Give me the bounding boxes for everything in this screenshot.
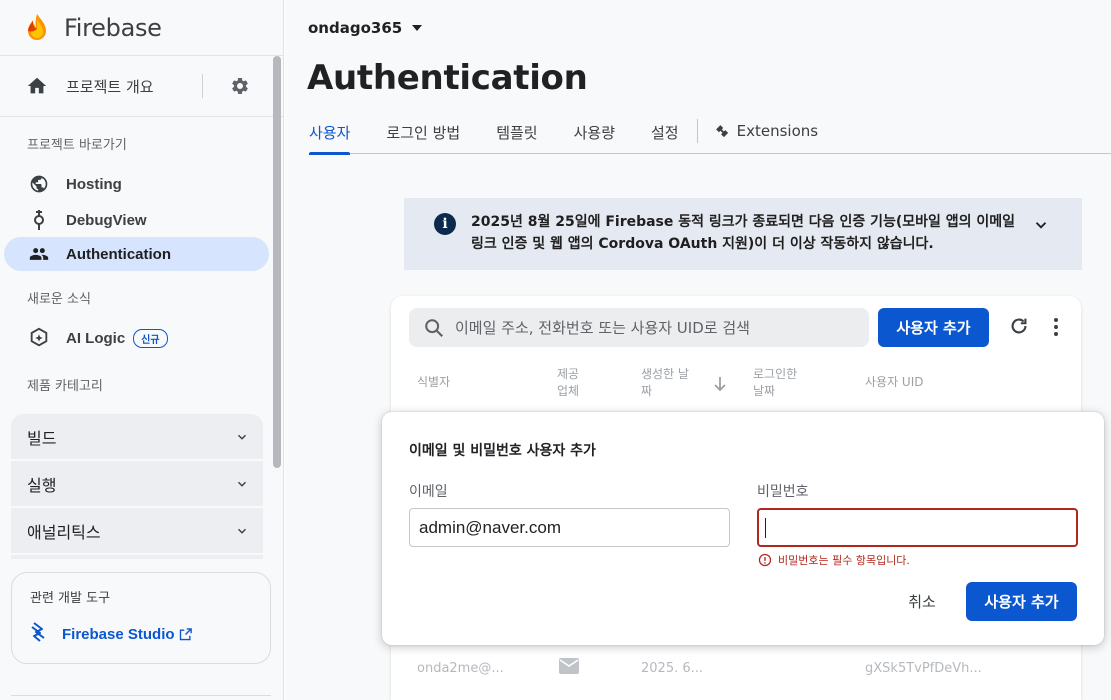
category-label: 빌드 bbox=[27, 428, 57, 448]
refresh-icon[interactable] bbox=[1008, 315, 1030, 337]
tab-users[interactable]: 사용자 bbox=[309, 108, 351, 155]
sidebar-bottom-divider bbox=[11, 695, 271, 696]
firebase-flame-icon bbox=[28, 13, 46, 40]
password-label: 비밀번호 bbox=[757, 484, 809, 500]
page-title: Authentication bbox=[307, 58, 588, 98]
tab-templates[interactable]: 템플릿 bbox=[496, 108, 537, 154]
extensions-icon bbox=[714, 123, 731, 144]
gear-icon[interactable] bbox=[230, 76, 250, 96]
firebase-studio-icon bbox=[28, 621, 48, 647]
new-badge: 신규 bbox=[133, 328, 168, 348]
search-icon bbox=[425, 318, 444, 337]
email-label: 이메일 bbox=[409, 484, 448, 500]
firebase-studio-link[interactable]: Firebase Studio bbox=[28, 621, 193, 647]
caret-down-icon bbox=[412, 25, 423, 31]
sidebar-item-authentication[interactable]: Authentication bbox=[4, 237, 269, 271]
category-label: 실행 bbox=[27, 475, 57, 495]
banner-text: 2025년 8월 25일에 Firebase 동적 링크가 종료되면 다음 인증… bbox=[471, 214, 1016, 252]
password-error-text: 비밀번호는 필수 항목입니다. bbox=[778, 554, 910, 567]
sidebar-item-label: Hosting bbox=[66, 175, 122, 193]
row-identifier: onda2me@... bbox=[417, 661, 504, 676]
tab-divider bbox=[696, 119, 698, 143]
sidebar-item-label: DebugView bbox=[66, 211, 147, 229]
chevron-down-icon[interactable] bbox=[1032, 216, 1050, 234]
arrow-down-icon[interactable] bbox=[713, 376, 727, 392]
tab-sign-in-method[interactable]: 로그인 방법 bbox=[386, 108, 460, 154]
column-header-identifier[interactable]: 식별자 bbox=[417, 374, 450, 391]
row-created: 2025. 6... bbox=[641, 661, 704, 676]
category-build[interactable]: 빌드 bbox=[11, 414, 263, 461]
cancel-button[interactable]: 취소 bbox=[890, 582, 954, 621]
home-icon bbox=[27, 77, 47, 94]
column-header-uid[interactable]: 사용자 UID bbox=[865, 374, 924, 391]
devtools-title: 관련 개발 도구 bbox=[30, 591, 111, 606]
add-user-button[interactable]: 사용자 추가 bbox=[878, 308, 989, 347]
chevron-down-icon bbox=[237, 528, 247, 534]
password-field[interactable] bbox=[757, 508, 1078, 547]
debug-icon bbox=[28, 209, 50, 231]
sidebar-item-hosting[interactable]: Hosting bbox=[4, 167, 269, 201]
brand-name: Firebase bbox=[64, 13, 162, 42]
external-link-icon bbox=[179, 627, 192, 640]
email-field[interactable] bbox=[409, 508, 730, 547]
chevron-down-icon bbox=[237, 434, 247, 440]
categories-header: 제품 카테고리 bbox=[27, 379, 103, 394]
password-error: 비밀번호는 필수 항목입니다. bbox=[758, 552, 910, 568]
mail-icon bbox=[559, 658, 579, 674]
more-vert-icon[interactable] bbox=[1053, 317, 1059, 337]
error-icon bbox=[758, 553, 772, 567]
tab-extensions-label: Extensions bbox=[736, 122, 819, 140]
ai-logic-icon bbox=[28, 327, 50, 349]
project-overview-label: 프로젝트 개요 bbox=[66, 77, 154, 96]
people-icon bbox=[28, 243, 50, 265]
tab-usage[interactable]: 사용량 bbox=[574, 108, 615, 154]
text-cursor bbox=[765, 518, 766, 538]
add-user-dialog: 이메일 및 비밀번호 사용자 추가 이메일 비밀번호 비밀번호는 필수 항목입니… bbox=[382, 412, 1104, 645]
column-header-provider[interactable]: 제공 업체 bbox=[557, 366, 579, 400]
deprecation-banner: i 2025년 8월 25일에 Firebase 동적 링크가 종료되면 다음 … bbox=[404, 198, 1082, 270]
news-header: 새로운 소식 bbox=[27, 292, 91, 307]
column-header-created[interactable]: 생성한 날 짜 bbox=[641, 366, 689, 400]
info-icon: i bbox=[434, 213, 456, 235]
tab-settings[interactable]: 설정 bbox=[651, 108, 679, 154]
column-header-signed-in[interactable]: 로그인한 날짜 bbox=[753, 366, 797, 400]
category-accordion: 빌드 실행 애널리틱스 bbox=[11, 414, 263, 559]
dialog-title: 이메일 및 비밀번호 사용자 추가 bbox=[409, 443, 596, 459]
sidebar-item-debugview[interactable]: DebugView bbox=[4, 203, 269, 237]
project-selector[interactable]: ondago365 bbox=[308, 19, 423, 37]
submit-add-user-button[interactable]: 사용자 추가 bbox=[966, 582, 1077, 621]
category-label: 애널리틱스 bbox=[27, 522, 101, 542]
chevron-down-icon bbox=[237, 481, 247, 487]
tab-bar: 사용자 로그인 방법 템플릿 사용량 설정 Extensions bbox=[309, 108, 1111, 155]
sidebar-item-ai-logic[interactable]: AI Logic 신규 bbox=[4, 321, 269, 355]
sidebar-item-label: Authentication bbox=[66, 245, 171, 263]
user-search-input[interactable] bbox=[455, 318, 855, 337]
related-devtools-card: 관련 개발 도구 Firebase Studio bbox=[11, 572, 271, 664]
sidebar-item-label: AI Logic bbox=[66, 329, 126, 347]
globe-icon bbox=[28, 173, 50, 195]
sidebar: Firebase 프로젝트 개요 프로젝트 바로가기 Hosting Debug… bbox=[0, 0, 284, 700]
row-uid: gXSk5TvPfDeVh... bbox=[865, 661, 982, 676]
category-run[interactable]: 실행 bbox=[11, 461, 263, 508]
overview-divider bbox=[202, 74, 203, 98]
project-name: ondago365 bbox=[308, 19, 403, 37]
sidebar-scrollbar[interactable] bbox=[273, 56, 281, 468]
tab-extensions[interactable]: Extensions bbox=[714, 108, 818, 154]
category-analytics[interactable]: 애널리틱스 bbox=[11, 508, 263, 555]
brand-header[interactable]: Firebase bbox=[0, 0, 283, 56]
user-search-box[interactable] bbox=[409, 308, 869, 347]
firebase-studio-label: Firebase Studio bbox=[62, 625, 175, 643]
shortcuts-header: 프로젝트 바로가기 bbox=[27, 138, 127, 153]
